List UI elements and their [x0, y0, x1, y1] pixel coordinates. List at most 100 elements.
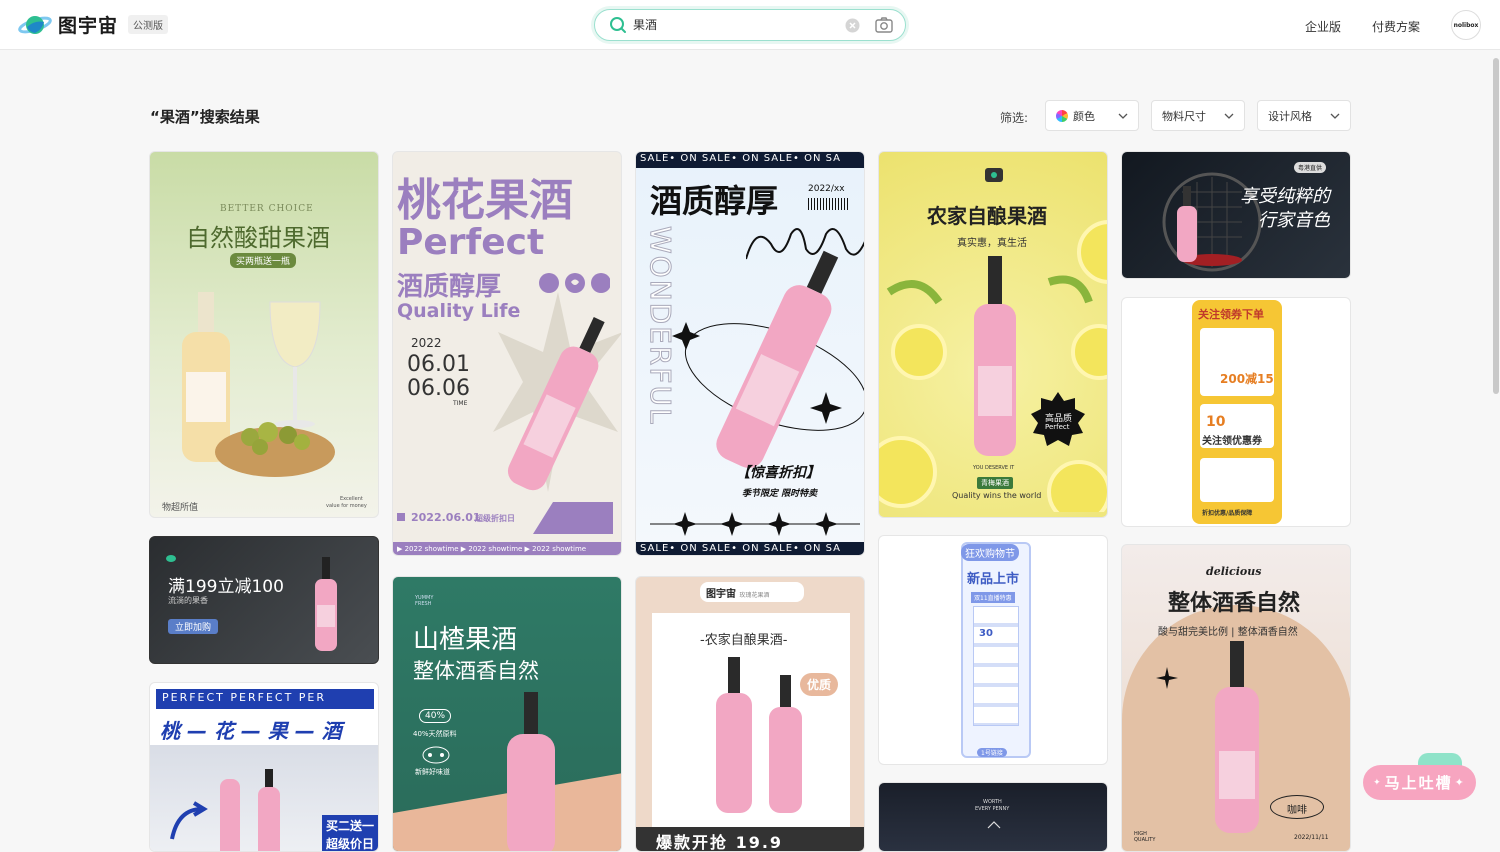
coupon-list — [973, 606, 1019, 726]
search-bar[interactable] — [594, 9, 906, 41]
results-title: “果酒”搜索结果 — [150, 108, 260, 126]
card-subtitle: 酒质醇厚 — [397, 272, 502, 302]
card-tag: 青梅果酒 — [977, 477, 1013, 489]
card-date-line: 2022.06.01 — [411, 511, 481, 524]
wine-bottles-image — [220, 769, 280, 851]
card-footer-left: HIGH QUALITY — [1134, 831, 1156, 843]
quality-badge-sub: Perfect — [1045, 423, 1070, 431]
feedback-button-label: 马上吐槽 — [1384, 774, 1453, 792]
card-percent-badge: 40% — [419, 709, 452, 723]
card-perfect: Perfect — [397, 222, 545, 263]
wine-bottle-image — [507, 692, 555, 851]
card-title: 享受纯粹的 — [1240, 186, 1330, 207]
logo[interactable]: 图宇宙 公测版 — [18, 11, 169, 38]
molecule-icon — [422, 746, 450, 764]
wine-bottle-image — [1177, 186, 1197, 262]
template-card-lemon-farm-wine[interactable]: 农家自酿果酒 真实惠，真生活 高品质 Perfect YOU DESERVE I… — [878, 151, 1108, 518]
card-subtitle: 双11直播特惠 — [971, 592, 1015, 603]
card-promo: 【惊喜折扣】 — [736, 465, 820, 481]
card-deserve: YOU DESERVE IT — [973, 465, 1015, 471]
card-top-line2: EVERY PENNY — [975, 806, 1010, 812]
scroll-thumb[interactable] — [1493, 58, 1499, 394]
card-title: 满199立减100 — [168, 577, 284, 597]
card-title: 山楂果酒 — [413, 625, 518, 655]
card-brand: YUMMY FRESH — [415, 595, 434, 607]
top-navbar: 图宇宙 公测版 企业版 付费方案 nolibox — [0, 0, 1500, 50]
card-bottom-price: 爆款开抢 19.9 — [636, 827, 864, 851]
template-card-new-product-launch[interactable]: 狂欢购物节 新品上市 双11直播特惠 30 1号链接 — [878, 535, 1108, 765]
square-bullet-icon — [397, 513, 405, 521]
chevron-down-icon — [1118, 113, 1128, 119]
template-card-wonderful-sale[interactable]: SALE• ON SALE• ON SALE• ON SA 酒质醇厚 2022/… — [635, 151, 865, 556]
enterprise-link[interactable]: 企业版 — [1305, 18, 1341, 35]
template-card-discount-banner[interactable]: 满199立减100 流淌的果香 立即加购 — [149, 536, 379, 664]
barcode-icon — [808, 198, 848, 210]
template-card-peach-blossom-purple[interactable]: 桃花果酒 Perfect 酒质醇厚 Quality Life 2022 06.0… — [392, 151, 622, 556]
card-title: 自然酸甜果酒 — [186, 224, 330, 252]
template-card-pure-sound[interactable]: 粤港直供 享受纯粹的 行家音色 — [1121, 151, 1351, 279]
style-filter-label: 设计风格 — [1268, 109, 1312, 123]
chevron-down-icon — [1330, 113, 1340, 119]
card-tag: 买两瓶送一瓶 — [230, 253, 297, 268]
card-number: 30 — [979, 628, 993, 639]
scrollbar[interactable] — [1492, 50, 1500, 844]
card-promo-sub: 季节限定 限时特卖 — [742, 489, 818, 499]
avatar[interactable]: nolibox — [1451, 10, 1481, 40]
template-card-coupon[interactable]: 关注领券下单 200减15 10 关注领优惠券 折扣优惠/品质保障 — [1121, 297, 1351, 527]
size-filter-dropdown[interactable]: 物料尺寸 — [1151, 100, 1245, 131]
sparkle-icon: ✦ — [1373, 777, 1383, 788]
card-footer-right: Excellent — [340, 496, 363, 502]
card-title: 酒质醇厚 — [650, 182, 779, 220]
style-filter-dropdown[interactable]: 设计风格 — [1257, 100, 1351, 131]
template-card-hawthorn-wine[interactable]: YUMMY FRESH 山楂果酒 整体酒香自然 40% 40%天然原料 新鲜好味… — [392, 576, 622, 852]
planet-logo-icon — [18, 12, 52, 38]
wine-bottle-image — [315, 557, 337, 651]
color-wheel-icon — [1056, 109, 1068, 122]
template-card-natural-aroma[interactable]: delicious 整体酒香自然 酸与甜完美比例 | 整体酒香自然 咖啡 HIG… — [1121, 544, 1351, 852]
card-title: 整体酒香自然 — [1168, 591, 1301, 616]
card-bottom-strip: SALE• ON SALE• ON SALE• ON SA — [636, 542, 864, 555]
purple-shape-decoration — [533, 502, 613, 534]
clear-icon[interactable] — [845, 18, 860, 37]
brand-logo-icon — [985, 168, 1003, 182]
wine-bottle-image — [974, 256, 1016, 456]
feedback-button[interactable]: ✦ 马上吐槽 ✦ — [1363, 765, 1476, 800]
search-input[interactable] — [633, 17, 833, 31]
size-filter-label: 物料尺寸 — [1162, 109, 1206, 123]
wine-glass-and-bottle-image — [182, 292, 335, 477]
color-filter-dropdown[interactable]: 颜色 — [1045, 100, 1139, 131]
avatar-label: nolibox — [1453, 21, 1479, 29]
card-eyebrow: delicious — [1206, 565, 1262, 578]
card-title-line2: 行家音色 — [1258, 210, 1330, 231]
card-slogan: Quality wins the world — [952, 491, 1042, 500]
card-date-tag: 超级折扣日 — [475, 514, 515, 523]
template-card-farm-wine-pair[interactable]: 图宇宙 玫瑰花果酒 -农家自酿果酒- 优质 爆款开抢 19.9 — [635, 576, 865, 852]
pricing-link[interactable]: 付费方案 — [1372, 18, 1420, 35]
card-top-badge: 狂欢购物节 — [961, 544, 1019, 561]
template-card-natural-fruit-wine[interactable]: BETTER CHOICE 自然酸甜果酒 买两瓶送一瓶 物超所值 Excelle… — [149, 151, 379, 518]
card-tag-secondary: 超级价日 — [322, 833, 378, 851]
coffee-badge: 咖啡 — [1270, 795, 1324, 819]
card-subtitle: 整体酒香自然 — [413, 659, 539, 683]
card-eyebrow: BETTER CHOICE — [220, 204, 314, 214]
card-footer-link: 1号链接 — [977, 748, 1007, 757]
color-filter-label: 颜色 — [1073, 109, 1095, 123]
card-year: 2022/xx — [808, 184, 845, 194]
card-date-start: 06.01 — [407, 352, 470, 377]
search-icon[interactable] — [609, 16, 627, 38]
flavor-icons — [539, 273, 610, 293]
coupon-ten: 10 — [1206, 414, 1226, 430]
coupon-amount: 200减15 — [1220, 372, 1274, 386]
template-card-peach-blossom-blue[interactable]: PERFECT PERFECT PER 桃 — 花 — 果 — 酒 买二送一 超… — [149, 682, 379, 852]
wine-bottles-image — [716, 657, 802, 813]
sparkle-icon — [1156, 667, 1178, 689]
camera-icon[interactable] — [875, 17, 893, 37]
wine-bottle-image — [1215, 641, 1259, 833]
sparkle-icon: ✦ — [1454, 776, 1466, 789]
starburst-and-bottle-image — [493, 292, 621, 492]
card-time: TIME — [453, 400, 468, 407]
template-card-worth-every-penny[interactable]: WORTH EVERY PENNY — [878, 782, 1108, 852]
filter-label: 筛选: — [1000, 111, 1029, 125]
card-badge: 粤港直供 — [1294, 162, 1327, 173]
card-footer-right-sub: value for money — [326, 503, 367, 509]
